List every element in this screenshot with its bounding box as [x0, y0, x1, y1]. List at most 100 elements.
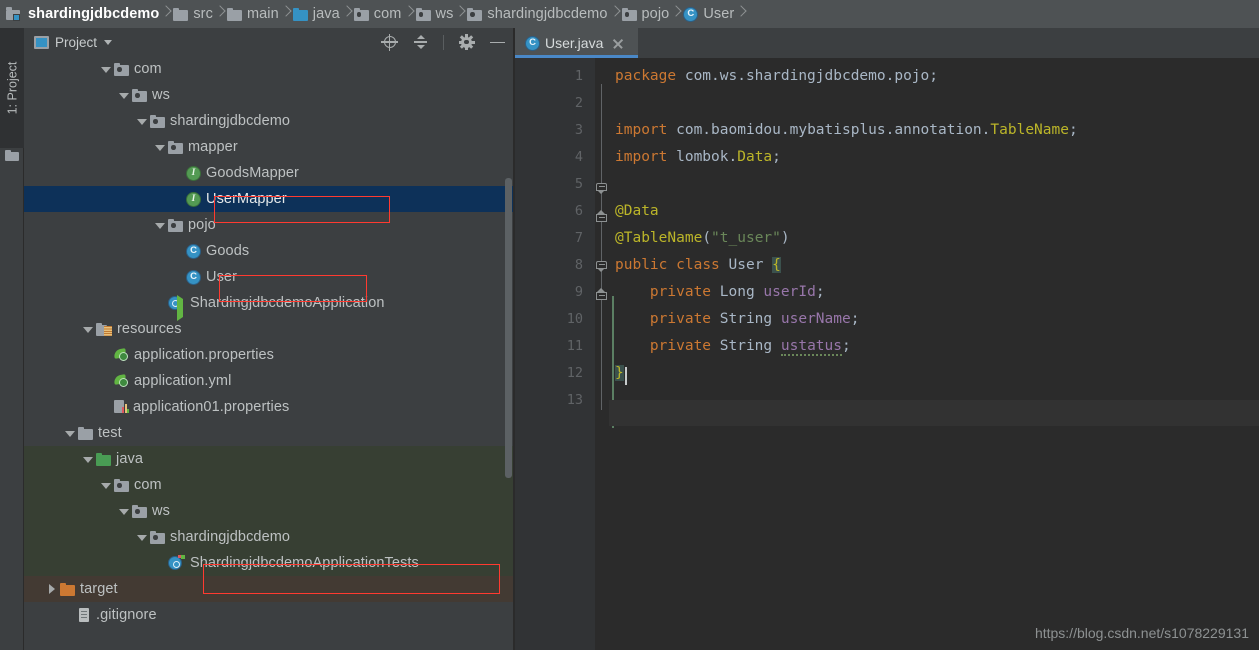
editor-tab-user-java[interactable]: C User.java: [515, 28, 638, 58]
code-line-12[interactable]: }: [615, 365, 624, 381]
tree-item-user[interactable]: C User: [24, 264, 514, 290]
fold-marker-annotations-end[interactable]: [595, 287, 608, 304]
class-icon: C: [186, 243, 201, 259]
breadcrumb-item-src[interactable]: src: [173, 0, 213, 28]
chevron-down-icon[interactable]: [80, 316, 96, 342]
code-line-4[interactable]: import lombok.Data;: [615, 149, 781, 165]
chevron-down-icon[interactable]: [152, 134, 168, 160]
chevron-down-icon[interactable]: [116, 82, 132, 108]
chevron-down-icon[interactable]: [134, 524, 150, 550]
minimize-icon[interactable]: [489, 34, 506, 51]
tree-item-application-yml[interactable]: application.yml: [24, 368, 514, 394]
package-icon: [168, 140, 183, 154]
code-line-11[interactable]: private String ustatus;: [615, 338, 851, 356]
breadcrumb-label: java: [312, 6, 340, 22]
tree-item-goodsmapper[interactable]: I GoodsMapper: [24, 160, 514, 186]
class-icon: C: [525, 35, 540, 51]
tree-item-label: User: [206, 269, 238, 285]
code-line-3[interactable]: import com.baomidou.mybatisplus.annotati…: [615, 122, 1078, 138]
chevron-down-icon[interactable]: [116, 498, 132, 524]
tree-item-label: ws: [152, 87, 170, 103]
tree-item-mapper[interactable]: mapper: [24, 134, 514, 160]
tree-item--gitignore[interactable]: .gitignore: [24, 602, 514, 628]
close-icon[interactable]: [611, 37, 624, 50]
folder-icon[interactable]: [5, 150, 19, 161]
chevron-right-icon[interactable]: [44, 576, 60, 602]
tree-item-application-properties[interactable]: application.properties: [24, 342, 514, 368]
tree-item-com[interactable]: com: [24, 56, 514, 82]
tree-item-shardingjdbcdemoapplicationtests[interactable]: ShardingjdbcdemoApplicationTests: [24, 550, 514, 576]
breadcrumb-label: main: [246, 6, 279, 22]
tree-item-pojo[interactable]: pojo: [24, 212, 514, 238]
chevron-down-icon[interactable]: [62, 420, 78, 446]
breadcrumb-label: User: [703, 6, 735, 22]
collapse-all-icon[interactable]: [412, 34, 429, 51]
fold-marker-imports-end[interactable]: [595, 209, 608, 226]
breadcrumb-item-shardingjdbcdemo[interactable]: shardingjdbcdemo: [467, 0, 607, 28]
tree-item-java[interactable]: java: [24, 446, 514, 472]
tree-item-usermapper[interactable]: I UserMapper: [24, 186, 514, 212]
chevron-down-icon[interactable]: [104, 39, 113, 45]
tree-item-goods[interactable]: C Goods: [24, 238, 514, 264]
breadcrumb-item-shardingjdbcdemo[interactable]: shardingjdbcdemo: [6, 0, 159, 28]
package-icon: [621, 7, 637, 21]
tree-item-label: .gitignore: [96, 607, 157, 623]
tree-item-application01-properties[interactable]: application01.properties: [24, 394, 514, 420]
chevron-down-icon[interactable]: [98, 56, 114, 82]
fold-rail[interactable]: [595, 58, 609, 650]
fold-marker-imports[interactable]: [595, 182, 608, 195]
chevron-down-icon[interactable]: [80, 446, 96, 472]
panel-title: Project: [55, 34, 98, 50]
tree-item-content: com: [114, 61, 162, 77]
editor-gutter[interactable]: 1 2 3 4 5 6 7 8 9 10 11 12 13: [515, 58, 595, 650]
tool-window-tab-project[interactable]: 1: Project: [0, 28, 24, 148]
tree-item-content: application01.properties: [114, 399, 289, 415]
tree-item-com[interactable]: com: [24, 472, 514, 498]
breadcrumb-label: pojo: [641, 6, 670, 22]
chevron-down-icon[interactable]: [98, 472, 114, 498]
locate-icon[interactable]: [381, 33, 398, 51]
project-scrollbar[interactable]: [505, 178, 512, 478]
tree-item-content: target: [60, 581, 118, 597]
breadcrumb-item-user[interactable]: C User: [683, 0, 734, 28]
tree-item-shardingjdbcdemo[interactable]: shardingjdbcdemo: [24, 524, 514, 550]
tree-item-test[interactable]: test: [24, 420, 514, 446]
fold-marker-annotations[interactable]: [595, 260, 608, 273]
chevron-down-icon[interactable]: [152, 212, 168, 238]
gear-icon[interactable]: [458, 34, 475, 51]
spring-leaf-icon: [113, 374, 130, 388]
code-line-7[interactable]: @TableName("t_user"): [615, 230, 790, 246]
code-line-9[interactable]: private Long userId;: [615, 284, 825, 300]
code-line-10[interactable]: private String userName;: [615, 311, 860, 327]
breadcrumb-item-main[interactable]: main: [226, 0, 279, 28]
breadcrumb-item-java[interactable]: java: [292, 0, 340, 28]
tree-item-content: ws: [132, 87, 170, 103]
code-line-6[interactable]: @Data: [615, 203, 659, 219]
package-icon: [150, 114, 165, 128]
code-line-1[interactable]: package com.ws.shardingjdbcdemo.pojo;: [615, 68, 938, 84]
caret-line-highlight: [609, 400, 1259, 426]
breadcrumb-label: shardingjdbcdemo: [28, 6, 160, 22]
breadcrumb-separator-icon: [453, 0, 467, 28]
code-editor[interactable]: 1 2 3 4 5 6 7 8 9 10 11 12 13 package co…: [515, 58, 1259, 650]
tree-item-shardingjdbcdemo[interactable]: shardingjdbcdemo: [24, 108, 514, 134]
breadcrumb-item-pojo[interactable]: pojo: [621, 0, 670, 28]
project-tree[interactable]: com ws shardingjdbcdemo mapper I GoodsMapper I…: [24, 56, 514, 650]
breadcrumb-separator-icon: [279, 0, 293, 28]
tree-item-shardingjdbcdemoapplication[interactable]: ShardingjdbcdemoApplication: [24, 290, 514, 321]
code-line-8[interactable]: public class User {: [615, 257, 781, 273]
tree-item-target[interactable]: target: [24, 576, 514, 602]
tree-item-label: mapper: [188, 139, 238, 155]
chevron-down-icon[interactable]: [134, 108, 150, 134]
breadcrumb-item-com[interactable]: com: [353, 0, 402, 28]
breadcrumb-item-ws[interactable]: ws: [415, 0, 454, 28]
tree-item-resources[interactable]: resources: [24, 316, 514, 342]
tree-item-ws[interactable]: ws: [24, 82, 514, 108]
tree-item-ws[interactable]: ws: [24, 498, 514, 524]
package-icon: [132, 504, 147, 518]
